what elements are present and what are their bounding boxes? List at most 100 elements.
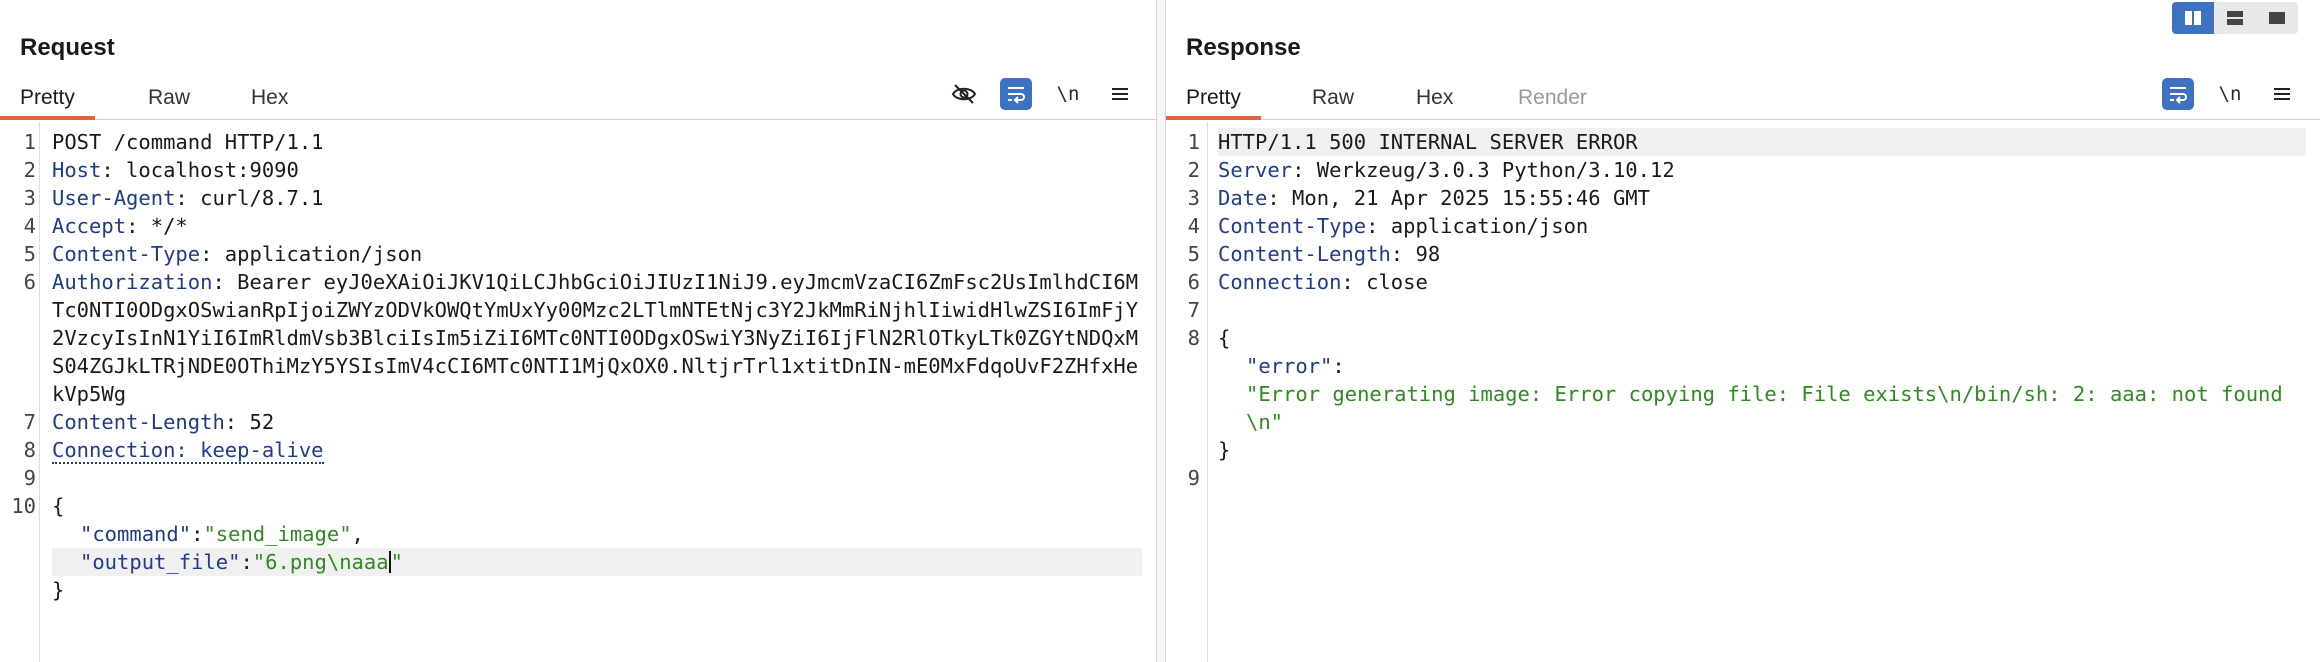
request-tab-hex[interactable]: Hex [231, 78, 308, 120]
code-token: : */* [126, 214, 188, 238]
code-token: "command" [80, 522, 192, 546]
code-token: : [1332, 354, 1345, 378]
request-code-line[interactable]: 6 Authorization: Bearer eyJ0eXAiOiJKV1QiL… [24, 268, 1142, 408]
line-number: 5 [1187, 242, 1200, 266]
response-code[interactable]: 1 HTTP/1.1 500 INTERNAL SERVER ERROR 2 Serv… [1188, 128, 2306, 492]
code-token: Content-Type [1218, 214, 1367, 238]
request-code-line[interactable]: 5 Content-Type: application/json [24, 240, 1142, 268]
code-token: Connection: keep-alive [52, 438, 324, 464]
code-token: Connection [1218, 270, 1342, 294]
code-token: "6.png\naaa [252, 550, 389, 574]
hidden-eye-icon[interactable] [948, 78, 980, 110]
response-code-line[interactable]: 8{ [1188, 324, 2306, 352]
code-token: { [52, 494, 65, 518]
response-tab-render[interactable]: Render [1498, 78, 1607, 120]
response-code-line[interactable]: 4 Content-Type: application/json [1188, 212, 2306, 240]
response-code-line[interactable]: 3 Date: Mon, 21 Apr 2025 15:55:46 GMT [1188, 184, 2306, 212]
line-number: 1 [1187, 130, 1200, 154]
request-code-line[interactable]: "output_file":"6.png\naaa" [52, 548, 1142, 576]
line-number: 2 [23, 158, 36, 182]
code-token: : application/json [200, 242, 423, 266]
line-number: 8 [1187, 326, 1200, 350]
response-code-line[interactable]: 7 [1188, 296, 2306, 324]
response-tab-raw[interactable]: Raw [1292, 78, 1374, 120]
menu-icon[interactable] [2266, 78, 2298, 110]
response-tabs: Pretty Raw Hex Render [1166, 78, 2320, 120]
line-number: 6 [23, 270, 36, 294]
code-token: : 52 [224, 410, 275, 434]
code-token: Host [52, 158, 102, 182]
line-number: 4 [23, 214, 36, 238]
code-token: { [1218, 326, 1231, 350]
code-token: User-Agent [52, 186, 176, 210]
response-code-line[interactable]: 6 Connection: close [1188, 268, 2306, 296]
line-number: 5 [23, 242, 36, 266]
pane-splitter[interactable] [1156, 0, 1166, 662]
request-code-line[interactable]: 9 [24, 464, 1142, 492]
line-number: 1 [23, 130, 36, 154]
line-number: 9 [1187, 466, 1200, 490]
code-token: "error" [1246, 354, 1333, 378]
response-pane: Response Pretty Raw Hex Render \n 1 HTTP/… [1166, 0, 2320, 662]
line-number: 4 [1187, 214, 1200, 238]
code-token: Date [1218, 186, 1268, 210]
code-token: Server [1218, 158, 1293, 182]
request-title: Request [20, 34, 115, 61]
response-editor[interactable]: 1 HTTP/1.1 500 INTERNAL SERVER ERROR 2 Serv… [1166, 122, 2320, 662]
code-token: HTTP/1.1 500 INTERNAL SERVER ERROR [1218, 130, 1638, 154]
code-token: } [52, 578, 65, 602]
menu-icon[interactable] [1104, 78, 1136, 110]
code-token: : Mon, 21 Apr 2025 15:55:46 GMT [1267, 186, 1650, 210]
request-code-line[interactable]: 10 { [11, 492, 1142, 520]
line-number: 10 [11, 494, 36, 518]
request-code-line[interactable]: 8 Connection: keep-alive [24, 436, 1142, 464]
response-title: Response [1186, 34, 1301, 61]
request-code-line[interactable]: "command":"send_image", [52, 520, 1142, 548]
request-tab-raw[interactable]: Raw [128, 78, 210, 120]
line-number: 6 [1187, 270, 1200, 294]
code-token: : [191, 522, 204, 546]
response-tab-hex[interactable]: Hex [1396, 78, 1473, 120]
response-code-line[interactable]: "error": [1218, 352, 2306, 380]
line-number: 7 [1187, 298, 1200, 322]
newline-toggle-icon[interactable]: \n [1052, 78, 1084, 110]
request-tab-pretty[interactable]: Pretty [0, 78, 95, 120]
request-tabs: Pretty Raw Hex [0, 78, 1156, 120]
request-code[interactable]: 1 POST /command HTTP/1.1 2 Host: localhost:… [11, 128, 1142, 604]
request-code-line[interactable]: 2 Host: localhost:9090 [24, 156, 1142, 184]
request-code-line[interactable]: 3 User-Agent: curl/8.7.1 [24, 184, 1142, 212]
code-token: : application/json [1366, 214, 1589, 238]
newline-toggle-icon[interactable]: \n [2214, 78, 2246, 110]
request-code-line[interactable]: 7 Content-Length: 52 [24, 408, 1142, 436]
code-token: : curl/8.7.1 [175, 186, 324, 210]
code-token: : localhost:9090 [101, 158, 299, 182]
line-number: 3 [23, 186, 36, 210]
code-token: } [1218, 438, 1231, 462]
response-code-line[interactable]: 5 Content-Length: 98 [1188, 240, 2306, 268]
request-code-line[interactable]: 1 POST /command HTTP/1.1 [24, 128, 1142, 156]
response-code-line[interactable]: 1 HTTP/1.1 500 INTERNAL SERVER ERROR [1188, 128, 2306, 156]
response-code-line[interactable]: 2 Server: Werkzeug/3.0.3 Python/3.10.12 [1188, 156, 2306, 184]
line-number: 8 [23, 438, 36, 462]
request-pane: Request Pretty Raw Hex \n 1 POST /command… [0, 0, 1156, 662]
response-code-line[interactable]: } [1218, 436, 2306, 464]
response-tab-pretty[interactable]: Pretty [1166, 78, 1261, 120]
code-token: Content-Length [52, 410, 225, 434]
code-token: : close [1341, 270, 1428, 294]
line-number: 2 [1187, 158, 1200, 182]
code-token: : [240, 550, 253, 574]
code-token: Content-Length [1218, 242, 1391, 266]
code-token: POST /command HTTP/1.1 [52, 130, 324, 154]
code-token: "send_image" [203, 522, 352, 546]
code-token: Accept [52, 214, 127, 238]
request-code-line[interactable]: } [52, 576, 1142, 604]
response-code-line[interactable]: 9 [1188, 464, 2306, 492]
response-code-line[interactable]: "Error generating image: Error copying f… [1218, 380, 2306, 436]
code-token: : Werkzeug/3.0.3 Python/3.10.12 [1292, 158, 1675, 182]
code-token: : Bearer eyJ0eXAiOiJKV1QiLCJhbGciOiJIUzI… [52, 270, 1139, 406]
request-editor[interactable]: 1 POST /command HTTP/1.1 2 Host: localhost:… [0, 122, 1156, 662]
request-code-line[interactable]: 4 Accept: */* [24, 212, 1142, 240]
wrap-lines-icon[interactable] [1000, 78, 1032, 110]
wrap-lines-icon[interactable] [2162, 78, 2194, 110]
code-token: " [390, 550, 403, 574]
